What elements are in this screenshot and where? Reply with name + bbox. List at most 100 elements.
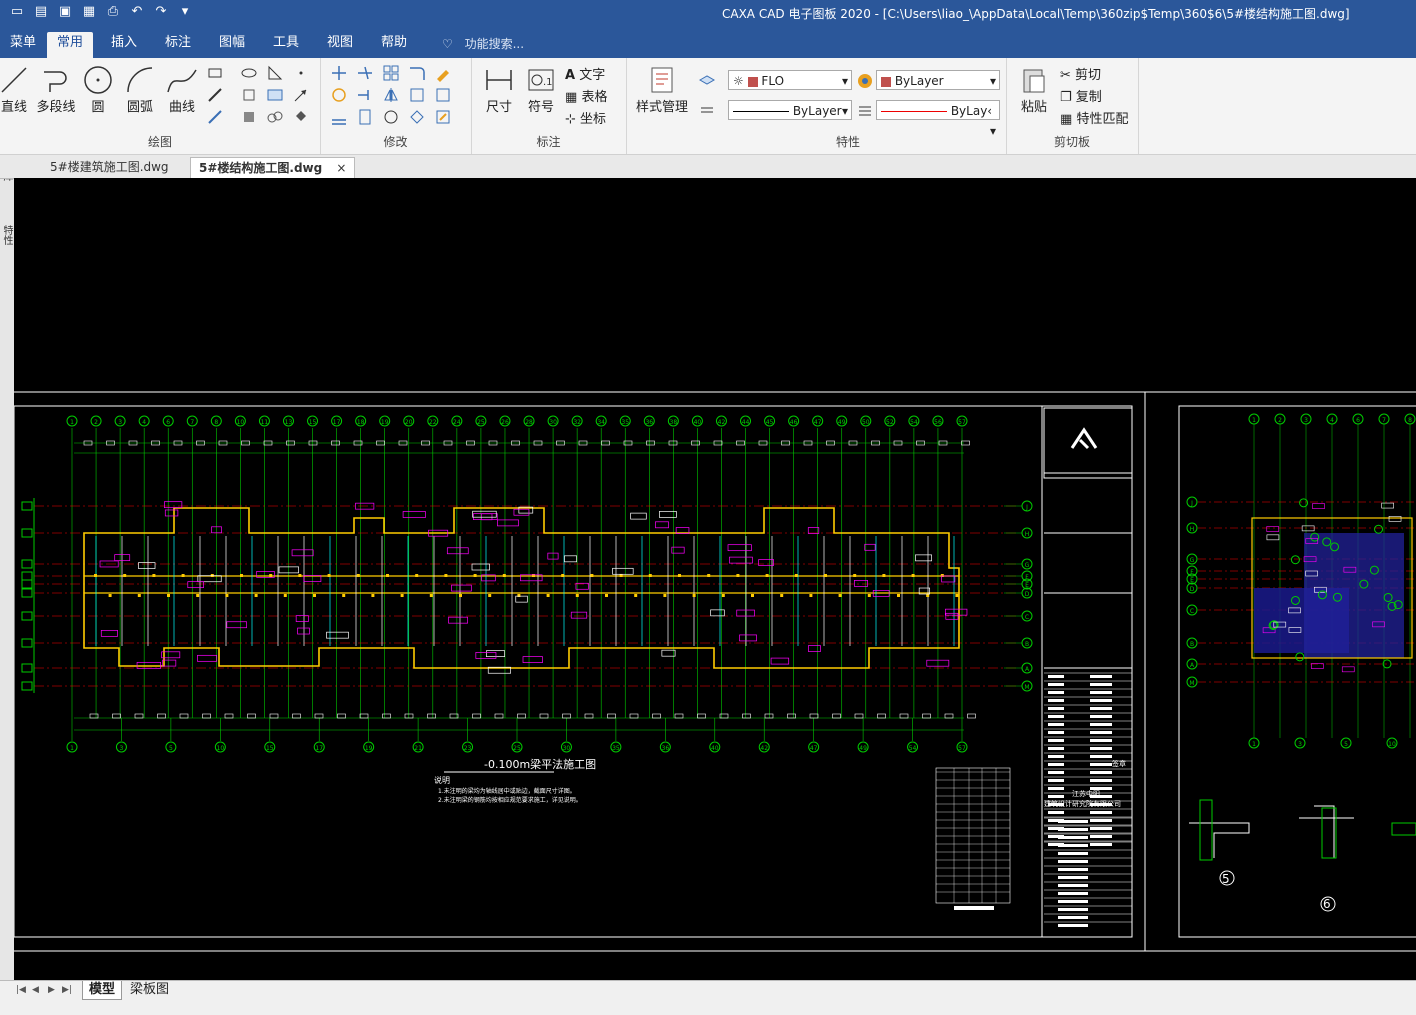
- layout-tab-model[interactable]: 模型: [82, 981, 123, 1000]
- paste-button[interactable]: 粘贴: [1014, 64, 1054, 115]
- open-file-icon[interactable]: ▤: [32, 3, 50, 21]
- polygon-icon[interactable]: [240, 86, 258, 104]
- last-layout-icon[interactable]: ▶|: [62, 985, 72, 995]
- brush-icon[interactable]: [434, 64, 452, 82]
- coordinate-button[interactable]: ⊹ 坐标: [565, 108, 606, 127]
- next-layout-icon[interactable]: ▶: [48, 985, 55, 995]
- column-mark: [473, 574, 477, 577]
- doc-tab-arch[interactable]: 5#楼建筑施工图.dwg: [42, 157, 177, 177]
- arc-button[interactable]: 圆弧: [120, 64, 160, 115]
- right-grid-label-bottom: 5: [1344, 741, 1348, 748]
- copy-page-icon[interactable]: [356, 108, 374, 126]
- pen-icon[interactable]: [206, 86, 224, 104]
- chevron-down-icon: ▾: [841, 104, 848, 118]
- copy-button[interactable]: ❐ 复制: [1060, 86, 1102, 105]
- side-tab-properties[interactable]: 特性: [0, 225, 14, 245]
- color-dropdown[interactable]: ByLayer ▾: [876, 70, 1000, 90]
- move-icon[interactable]: [330, 64, 348, 82]
- save-icon[interactable]: ▣: [56, 3, 74, 21]
- linetype-icon[interactable]: [698, 102, 716, 120]
- drawing-canvas[interactable]: 1 2 3 4 6 7 8 10 11 13 15 17 18 19 20 22 24 25 26 28 30 32 34 3…: [14, 178, 1416, 980]
- column-mark: [400, 594, 404, 597]
- offset-icon[interactable]: [330, 108, 348, 126]
- column-mark: [254, 594, 258, 597]
- save-as-icon[interactable]: ▦: [80, 3, 98, 21]
- layout-tab-beam[interactable]: 梁板图: [124, 981, 175, 999]
- array-grid-icon[interactable]: [382, 64, 400, 82]
- circle-button[interactable]: 圆: [78, 64, 118, 115]
- text-button[interactable]: A 文字: [565, 64, 605, 83]
- symbol-button[interactable]: .1 符号: [521, 64, 561, 115]
- style-manage-button[interactable]: 样式管理: [634, 64, 690, 115]
- beam-label: [446, 547, 469, 555]
- function-search[interactable]: ♡ 功能搜索...: [442, 35, 524, 52]
- lineweight-icon[interactable]: [856, 102, 874, 120]
- ellipse-icon[interactable]: [240, 64, 258, 82]
- trim-icon[interactable]: [356, 64, 374, 82]
- fillet-icon[interactable]: [408, 64, 426, 82]
- tab-common[interactable]: 常用: [47, 32, 94, 58]
- undo-icon[interactable]: ↶: [128, 3, 146, 21]
- fill-icon[interactable]: [292, 108, 310, 126]
- detail-column-5: [1199, 799, 1213, 861]
- grid-label-top: 57: [958, 419, 966, 426]
- explode-icon[interactable]: [408, 108, 426, 126]
- linetype-dropdown[interactable]: ByLayer ▾: [728, 100, 852, 120]
- dim-text-bottom: [539, 713, 549, 719]
- tab-insert[interactable]: 插入: [101, 32, 147, 58]
- circle-rotate-icon[interactable]: [382, 108, 400, 126]
- prev-layout-icon[interactable]: ◀: [32, 985, 39, 995]
- doc-tab-struct[interactable]: 5#楼结构施工图.dwg ×: [190, 157, 356, 178]
- tab-view[interactable]: 视图: [317, 32, 363, 58]
- rectangle-icon[interactable]: [206, 64, 224, 82]
- tab-menu[interactable]: 菜单: [0, 32, 46, 58]
- extend-icon[interactable]: [356, 86, 374, 104]
- beam-label: [448, 616, 468, 624]
- column-mark: [648, 574, 652, 577]
- scale-icon[interactable]: [408, 86, 426, 104]
- color-wheel-icon[interactable]: [856, 72, 874, 90]
- rotate-icon[interactable]: [330, 86, 348, 104]
- group-draw-label: 绘图: [147, 135, 172, 149]
- edit-icon[interactable]: [434, 108, 452, 126]
- point-icon[interactable]: [292, 64, 310, 82]
- layer-manager-icon[interactable]: [698, 72, 716, 90]
- dim-text-bottom: [247, 713, 256, 719]
- beam-label: [197, 575, 222, 583]
- cloud-icon[interactable]: [266, 108, 284, 126]
- right-grid-label-side: D: [1190, 586, 1195, 593]
- layer-dropdown[interactable]: ☼ FLO ▾: [728, 70, 852, 90]
- arrow-icon[interactable]: [292, 86, 310, 104]
- cut-button[interactable]: ✂ 剪切: [1060, 64, 1101, 83]
- dim-text-bottom: [89, 713, 99, 719]
- stretch-icon[interactable]: [434, 86, 452, 104]
- curve-button[interactable]: 曲线: [162, 64, 202, 115]
- first-layout-icon[interactable]: |◀: [16, 985, 26, 995]
- cad-drawing[interactable]: 1 2 3 4 6 7 8 10 11 13 15 17 18 19 20 22 24 25 26 28 30 32 34 3…: [14, 178, 1416, 980]
- redo-icon[interactable]: ↷: [152, 3, 170, 21]
- line-button[interactable]: 直线: [0, 64, 34, 115]
- construction-line-icon[interactable]: [206, 108, 224, 126]
- tab-annotate[interactable]: 标注: [155, 32, 201, 58]
- print-icon[interactable]: ⎙: [104, 3, 122, 21]
- table-button[interactable]: ▦ 表格: [565, 86, 607, 105]
- mirror-icon[interactable]: [382, 86, 400, 104]
- array-icon[interactable]: [266, 86, 284, 104]
- tab-sheet[interactable]: 图幅: [209, 32, 255, 58]
- dimension-button[interactable]: 尺寸: [479, 64, 519, 115]
- block-icon[interactable]: [240, 108, 258, 126]
- grid-label-right: H: [1025, 531, 1030, 538]
- close-icon[interactable]: ×: [336, 161, 346, 175]
- customize-chevron-icon[interactable]: ▾: [176, 3, 194, 21]
- polyline-button[interactable]: 多段线: [36, 64, 76, 115]
- grid-label-bottom: 35: [612, 745, 620, 752]
- hatch-icon[interactable]: [266, 64, 284, 82]
- match-properties-button[interactable]: ▦ 特性匹配: [1060, 108, 1128, 127]
- beam-label: [944, 608, 968, 616]
- new-file-icon[interactable]: ▭: [8, 3, 26, 21]
- tab-help[interactable]: 帮助: [371, 32, 417, 58]
- lineweight-dropdown[interactable]: ByLay‹ ▾: [876, 100, 1000, 138]
- dim-text-bottom: [742, 713, 751, 719]
- tab-tools[interactable]: 工具: [263, 32, 309, 58]
- dim-text-bottom: [337, 713, 346, 719]
